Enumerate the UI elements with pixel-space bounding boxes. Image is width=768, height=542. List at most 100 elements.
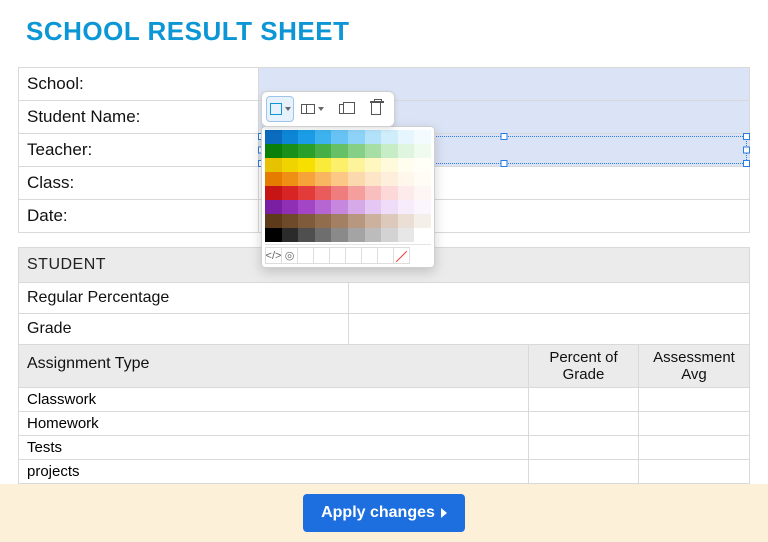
color-swatch[interactable]	[265, 172, 282, 186]
color-swatch[interactable]	[331, 228, 348, 242]
color-swatch[interactable]	[365, 200, 382, 214]
color-swatch[interactable]	[348, 200, 365, 214]
assignment-row[interactable]: Tests	[19, 436, 749, 460]
layout-button[interactable]	[298, 96, 326, 122]
assignment-row[interactable]: projects	[19, 460, 749, 484]
color-swatch[interactable]	[265, 228, 282, 242]
color-swatch[interactable]	[414, 144, 431, 158]
avg-cell[interactable]	[639, 436, 749, 459]
color-swatch[interactable]	[282, 158, 299, 172]
color-swatch[interactable]	[414, 186, 431, 200]
color-swatch[interactable]	[398, 214, 415, 228]
percent-cell[interactable]	[529, 388, 639, 411]
grade-row[interactable]: Grade	[19, 314, 749, 345]
bg-color-button[interactable]	[266, 96, 294, 122]
color-swatch[interactable]	[414, 130, 431, 144]
color-swatch[interactable]	[381, 186, 398, 200]
color-swatch[interactable]	[331, 158, 348, 172]
color-swatch[interactable]	[398, 172, 415, 186]
no-color-swatch[interactable]	[393, 247, 410, 264]
avg-cell[interactable]	[639, 460, 749, 483]
resize-handle[interactable]	[743, 160, 750, 167]
avg-cell[interactable]	[639, 412, 749, 435]
color-swatch[interactable]	[398, 200, 415, 214]
color-swatch[interactable]	[265, 158, 282, 172]
color-swatch[interactable]	[298, 144, 315, 158]
resize-handle[interactable]	[501, 133, 508, 140]
color-swatch[interactable]	[315, 186, 332, 200]
percent-cell[interactable]	[529, 436, 639, 459]
color-swatch[interactable]	[282, 130, 299, 144]
resize-handle[interactable]	[743, 133, 750, 140]
color-swatch[interactable]	[298, 214, 315, 228]
color-swatch[interactable]	[298, 172, 315, 186]
color-swatch[interactable]	[282, 172, 299, 186]
color-swatch[interactable]	[398, 186, 415, 200]
color-swatch[interactable]	[298, 130, 315, 144]
percent-cell[interactable]	[529, 460, 639, 483]
color-swatch[interactable]	[414, 172, 431, 186]
custom-color-slot[interactable]	[329, 247, 346, 264]
resize-handle[interactable]	[501, 160, 508, 167]
apply-changes-button[interactable]: Apply changes	[303, 494, 465, 532]
color-swatch[interactable]	[298, 200, 315, 214]
color-swatch[interactable]	[414, 228, 431, 242]
eyedropper-button[interactable]: ◎	[281, 247, 298, 264]
color-swatch[interactable]	[348, 172, 365, 186]
color-swatch[interactable]	[282, 186, 299, 200]
color-swatch[interactable]	[365, 186, 382, 200]
color-swatch[interactable]	[398, 130, 415, 144]
color-swatch[interactable]	[315, 144, 332, 158]
color-swatch[interactable]	[282, 214, 299, 228]
color-swatch[interactable]	[331, 130, 348, 144]
color-swatch[interactable]	[348, 214, 365, 228]
code-color-button[interactable]: </>	[265, 247, 282, 264]
color-swatch[interactable]	[331, 186, 348, 200]
color-swatch[interactable]	[315, 214, 332, 228]
color-swatch[interactable]	[315, 172, 332, 186]
assignment-row[interactable]: Homework	[19, 412, 749, 436]
color-swatch[interactable]	[398, 158, 415, 172]
color-swatch[interactable]	[381, 200, 398, 214]
assignment-row[interactable]: Classwork	[19, 388, 749, 412]
grade-row[interactable]: Regular Percentage	[19, 283, 749, 314]
color-swatch[interactable]	[398, 228, 415, 242]
color-swatch[interactable]	[365, 130, 382, 144]
color-swatch[interactable]	[331, 144, 348, 158]
custom-color-slot[interactable]	[345, 247, 362, 264]
color-swatch[interactable]	[398, 144, 415, 158]
color-swatch[interactable]	[331, 214, 348, 228]
color-swatch[interactable]	[265, 144, 282, 158]
color-swatch[interactable]	[282, 144, 299, 158]
custom-color-slot[interactable]	[377, 247, 394, 264]
color-swatch[interactable]	[381, 144, 398, 158]
custom-color-slot[interactable]	[313, 247, 330, 264]
color-swatch[interactable]	[381, 130, 398, 144]
percent-cell[interactable]	[529, 412, 639, 435]
color-swatch[interactable]	[282, 200, 299, 214]
color-swatch[interactable]	[315, 228, 332, 242]
color-swatch[interactable]	[265, 186, 282, 200]
delete-button[interactable]	[362, 96, 390, 122]
avg-cell[interactable]	[639, 388, 749, 411]
color-swatch[interactable]	[365, 214, 382, 228]
color-swatch[interactable]	[414, 214, 431, 228]
color-swatch[interactable]	[348, 130, 365, 144]
custom-color-slot[interactable]	[361, 247, 378, 264]
color-swatch[interactable]	[298, 158, 315, 172]
color-swatch[interactable]	[315, 158, 332, 172]
grade-value-cell[interactable]	[349, 314, 749, 344]
color-swatch[interactable]	[348, 186, 365, 200]
copy-button[interactable]	[330, 96, 358, 122]
color-swatch[interactable]	[331, 200, 348, 214]
color-swatch[interactable]	[381, 158, 398, 172]
color-swatch[interactable]	[348, 158, 365, 172]
grade-value-cell[interactable]	[349, 283, 749, 313]
color-swatch[interactable]	[265, 214, 282, 228]
color-swatch[interactable]	[365, 158, 382, 172]
resize-handle[interactable]	[743, 147, 750, 154]
color-swatch[interactable]	[381, 228, 398, 242]
color-swatch[interactable]	[265, 130, 282, 144]
color-swatch[interactable]	[265, 200, 282, 214]
color-swatch[interactable]	[414, 158, 431, 172]
